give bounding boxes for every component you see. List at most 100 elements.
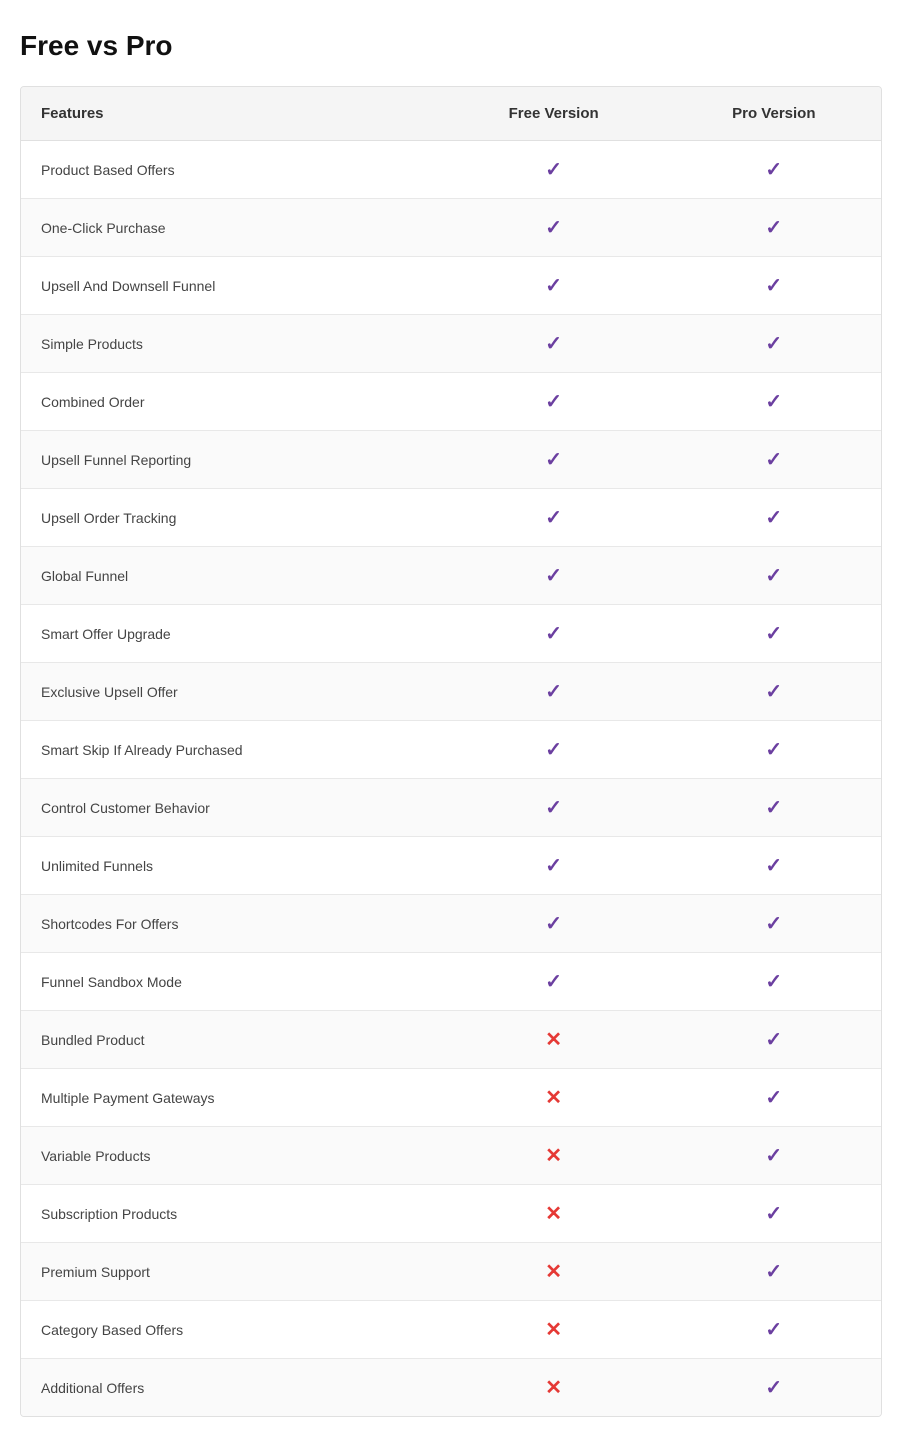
table-row: Funnel Sandbox Mode ✓ ✓ [21, 953, 881, 1011]
feature-name: Category Based Offers [21, 1301, 441, 1359]
pro-version-cell: ✓ [667, 1301, 881, 1359]
page-title: Free vs Pro [20, 30, 882, 62]
col-free: Free Version [441, 87, 667, 141]
check-icon: ✓ [545, 333, 562, 355]
check-icon: ✓ [545, 681, 562, 703]
check-icon: ✓ [765, 971, 782, 993]
table-row: Premium Support ✕ ✓ [21, 1243, 881, 1301]
pro-version-cell: ✓ [667, 547, 881, 605]
pro-version-cell: ✓ [667, 953, 881, 1011]
feature-name: Subscription Products [21, 1185, 441, 1243]
pro-version-cell: ✓ [667, 431, 881, 489]
free-version-cell: ✓ [441, 257, 667, 315]
check-icon: ✓ [545, 913, 562, 935]
check-icon: ✓ [545, 855, 562, 877]
pro-version-cell: ✓ [667, 373, 881, 431]
comparison-table: Features Free Version Pro Version Produc… [20, 86, 882, 1417]
feature-name: Additional Offers [21, 1359, 441, 1417]
check-icon: ✓ [765, 507, 782, 529]
cross-icon: ✕ [545, 1261, 562, 1283]
check-icon: ✓ [765, 159, 782, 181]
free-version-cell: ✕ [441, 1185, 667, 1243]
feature-name: Simple Products [21, 315, 441, 373]
table-row: Global Funnel ✓ ✓ [21, 547, 881, 605]
check-icon: ✓ [545, 623, 562, 645]
table-row: Upsell Order Tracking✓✓ [21, 489, 881, 547]
check-icon: ✓ [765, 681, 782, 703]
feature-name: Global Funnel [21, 547, 441, 605]
check-icon: ✓ [765, 1261, 782, 1283]
feature-name: Combined Order [21, 373, 441, 431]
table-row: Exclusive Upsell Offer ✓ ✓ [21, 663, 881, 721]
pro-version-cell: ✓ [667, 721, 881, 779]
feature-name: Funnel Sandbox Mode [21, 953, 441, 1011]
feature-name: Exclusive Upsell Offer [21, 663, 441, 721]
table-row: Additional Offers ✕ ✓ [21, 1359, 881, 1417]
check-icon: ✓ [765, 217, 782, 239]
free-version-cell: ✓ [441, 547, 667, 605]
pro-version-cell: ✓ [667, 1011, 881, 1069]
check-icon: ✓ [545, 275, 562, 297]
check-icon: ✓ [765, 565, 782, 587]
check-icon: ✓ [765, 391, 782, 413]
feature-name: Control Customer Behavior [21, 779, 441, 837]
table-row: Multiple Payment Gateways✕✓ [21, 1069, 881, 1127]
check-icon: ✓ [765, 855, 782, 877]
check-icon: ✓ [765, 1029, 782, 1051]
table-row: Upsell And Downsell Funnel ✓ ✓ [21, 257, 881, 315]
cross-icon: ✕ [545, 1087, 562, 1109]
free-version-cell: ✓ [441, 779, 667, 837]
check-icon: ✓ [765, 739, 782, 761]
feature-name: Product Based Offers [21, 141, 441, 199]
feature-name: Premium Support [21, 1243, 441, 1301]
table-row: Upsell Funnel Reporting✓✓ [21, 431, 881, 489]
check-icon: ✓ [765, 1377, 782, 1399]
pro-version-cell: ✓ [667, 779, 881, 837]
check-icon: ✓ [545, 217, 562, 239]
table-row: Bundled Product✕✓ [21, 1011, 881, 1069]
table-row: Smart Offer Upgrade ✓ ✓ [21, 605, 881, 663]
cross-icon: ✕ [545, 1145, 562, 1167]
check-icon: ✓ [765, 1319, 782, 1341]
feature-name: Upsell And Downsell Funnel [21, 257, 441, 315]
free-version-cell: ✕ [441, 1301, 667, 1359]
check-icon: ✓ [765, 623, 782, 645]
free-version-cell: ✓ [441, 721, 667, 779]
pro-version-cell: ✓ [667, 1069, 881, 1127]
feature-name: Smart Skip If Already Purchased [21, 721, 441, 779]
cross-icon: ✕ [545, 1377, 562, 1399]
check-icon: ✓ [765, 1087, 782, 1109]
free-version-cell: ✓ [441, 895, 667, 953]
pro-version-cell: ✓ [667, 315, 881, 373]
check-icon: ✓ [545, 565, 562, 587]
table-row: One-Click Purchase ✓ ✓ [21, 199, 881, 257]
pro-version-cell: ✓ [667, 141, 881, 199]
check-icon: ✓ [765, 449, 782, 471]
table-row: Smart Skip If Already Purchased✓✓ [21, 721, 881, 779]
feature-name: Shortcodes For Offers [21, 895, 441, 953]
feature-name: Smart Offer Upgrade [21, 605, 441, 663]
pro-version-cell: ✓ [667, 1243, 881, 1301]
check-icon: ✓ [545, 971, 562, 993]
free-version-cell: ✕ [441, 1011, 667, 1069]
pro-version-cell: ✓ [667, 663, 881, 721]
check-icon: ✓ [545, 449, 562, 471]
pro-version-cell: ✓ [667, 837, 881, 895]
pro-version-cell: ✓ [667, 895, 881, 953]
free-version-cell: ✓ [441, 141, 667, 199]
col-pro: Pro Version [667, 87, 881, 141]
pro-version-cell: ✓ [667, 489, 881, 547]
pro-version-cell: ✓ [667, 257, 881, 315]
table-row: Simple Products ✓ ✓ [21, 315, 881, 373]
free-version-cell: ✓ [441, 837, 667, 895]
free-version-cell: ✓ [441, 489, 667, 547]
free-version-cell: ✕ [441, 1127, 667, 1185]
free-version-cell: ✓ [441, 199, 667, 257]
free-version-cell: ✓ [441, 373, 667, 431]
feature-name: One-Click Purchase [21, 199, 441, 257]
free-version-cell: ✕ [441, 1069, 667, 1127]
check-icon: ✓ [765, 797, 782, 819]
check-icon: ✓ [765, 1203, 782, 1225]
table-row: Product Based Offers✓✓ [21, 141, 881, 199]
feature-name: Variable Products [21, 1127, 441, 1185]
